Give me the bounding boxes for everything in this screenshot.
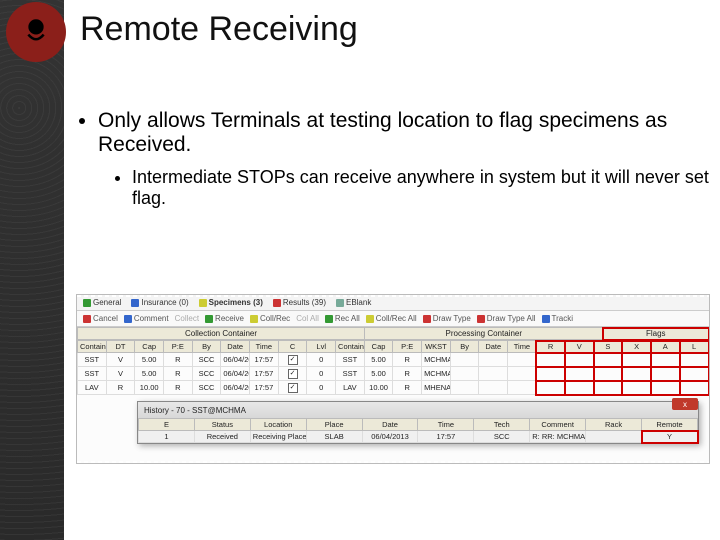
specimen-grid: ContainerDTCapP:EByDateTimeCLvlContainer… (77, 340, 709, 395)
tab-results[interactable]: Results (39) (273, 298, 326, 307)
brand-logo (6, 2, 66, 62)
hist-col-e: E (139, 419, 195, 431)
col-lvl: Lvl (307, 341, 336, 353)
tracking-icon (542, 315, 550, 323)
hist-col-tech: Tech (474, 419, 530, 431)
section-flags: Flags (603, 328, 708, 340)
col-v: V (565, 341, 594, 353)
page-title: Remote Receiving (80, 10, 710, 49)
cancel-icon (83, 315, 91, 323)
history-row: 1ReceivedReceiving PlaceSLAB06/04/201317… (139, 431, 698, 443)
col-container: Container (336, 341, 365, 353)
section-header: Collection Container Processing Containe… (77, 327, 709, 340)
table-row[interactable]: LAVR10.00RSCC06/04/201317:57✓0LAV10.00RM… (78, 381, 709, 395)
col-s: S (594, 341, 623, 353)
col-time: Time (250, 341, 279, 353)
tab-insurance[interactable]: Insurance (0) (131, 298, 188, 307)
col-container: Container (78, 341, 107, 353)
col-date: Date (479, 341, 508, 353)
btn-drawtypeall[interactable]: Draw Type All (477, 314, 536, 323)
hist-col-time: Time (418, 419, 474, 431)
btn-comment[interactable]: Comment (124, 314, 169, 323)
hist-col-place: Place (306, 419, 362, 431)
tab-general[interactable]: General (83, 298, 121, 307)
checkbox-icon: ✓ (288, 369, 298, 379)
btn-recall[interactable]: Rec All (325, 314, 360, 323)
history-title: History - 70 - SST@MCHMA (144, 406, 246, 415)
tab-icon (131, 299, 139, 307)
table-row[interactable]: SSTV5.00RSCC06/04/201317:57✓0SST5.00RMCH… (78, 353, 709, 367)
col-p:e: P:E (164, 341, 193, 353)
tab-eblank[interactable]: EBlank (336, 298, 371, 307)
recall-icon (325, 315, 333, 323)
history-header-row: EStatusLocationPlaceDateTimeTechCommentR… (139, 419, 698, 431)
btn-collrecall[interactable]: Coll/Rec All (366, 314, 417, 323)
hist-col-comment: Comment (530, 419, 586, 431)
close-button[interactable]: x (672, 398, 698, 410)
col-r: R (536, 341, 565, 353)
table-row[interactable]: SSTV5.00RSCC06/04/201317:57✓0SST5.00RMCH… (78, 367, 709, 381)
btn-collrec[interactable]: Coll/Rec (250, 314, 290, 323)
section-collection: Collection Container (78, 328, 365, 340)
btn-cancel[interactable]: Cancel (83, 314, 118, 323)
bullet-main: Only allows Terminals at testing locatio… (98, 109, 710, 157)
col-date: Date (221, 341, 250, 353)
tab-icon (83, 299, 91, 307)
btn-receive[interactable]: Receive (205, 314, 244, 323)
col-c: C (278, 341, 307, 353)
checkbox-icon: ✓ (288, 355, 298, 365)
btn-tracking[interactable]: Tracki (542, 314, 573, 323)
drawtype-icon (423, 315, 431, 323)
bullet-list: Only allows Terminals at testing locatio… (80, 109, 710, 209)
bullet-sub: Intermediate STOPs can receive anywhere … (132, 167, 710, 209)
btn-collect[interactable]: Collect (175, 314, 199, 323)
col-time: Time (508, 341, 537, 353)
btn-colall[interactable]: Col All (296, 314, 319, 323)
tab-icon (336, 299, 344, 307)
app-screenshot: General Insurance (0) Specimens (3) Resu… (76, 294, 710, 464)
collrecall-icon (366, 315, 374, 323)
tab-icon (273, 299, 281, 307)
checkbox-icon: ✓ (288, 383, 298, 393)
comment-icon (124, 315, 132, 323)
tab-specimens[interactable]: Specimens (3) (199, 298, 263, 307)
col-x: X (622, 341, 651, 353)
tab-bar: General Insurance (0) Specimens (3) Resu… (77, 295, 709, 311)
col-by: By (192, 341, 221, 353)
col-p:e: P:E (393, 341, 422, 353)
col-cap: Cap (135, 341, 164, 353)
col-wkst: WKST (422, 341, 451, 353)
section-processing: Processing Container (364, 328, 603, 340)
col-by: By (450, 341, 479, 353)
hist-col-date: Date (362, 419, 418, 431)
col-cap: Cap (364, 341, 393, 353)
hist-col-remote: Remote (642, 419, 698, 431)
col-a: A (651, 341, 680, 353)
left-texture-strip (0, 0, 64, 540)
grid-header-row: ContainerDTCapP:EByDateTimeCLvlContainer… (78, 341, 709, 353)
hist-col-location: Location (250, 419, 306, 431)
collrec-icon (250, 315, 258, 323)
toolbar: Cancel Comment Collect Receive Coll/Rec … (77, 311, 709, 327)
receive-icon (205, 315, 213, 323)
col-dt: DT (106, 341, 135, 353)
history-window: History - 70 - SST@MCHMA x EStatusLocati… (137, 401, 699, 444)
hist-col-rack: Rack (586, 419, 642, 431)
drawtypeall-icon (477, 315, 485, 323)
hist-col-status: Status (194, 419, 250, 431)
col-l: L (680, 341, 709, 353)
btn-drawtype[interactable]: Draw Type (423, 314, 471, 323)
tab-icon (199, 299, 207, 307)
